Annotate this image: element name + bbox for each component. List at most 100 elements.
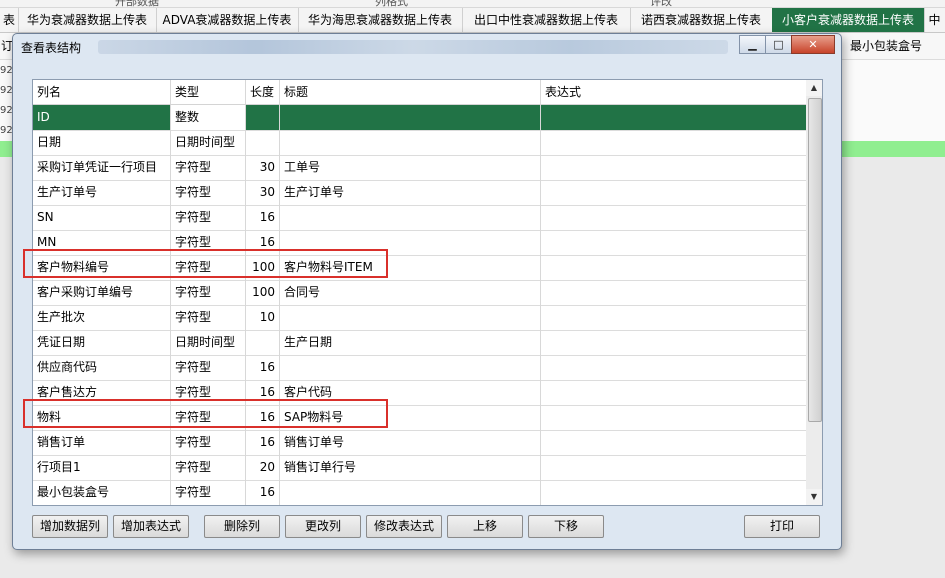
cell-length[interactable]: 100: [246, 280, 280, 305]
cell-column-name[interactable]: 供应商代码: [33, 355, 171, 380]
cell-type[interactable]: 字符型: [171, 455, 246, 480]
move-down-button[interactable]: 下移: [528, 515, 604, 538]
cell-column-name[interactable]: 采购订单凭证一行项目: [33, 155, 171, 180]
cell-caption[interactable]: 工单号: [280, 155, 541, 180]
tab-nokia-attenuator[interactable]: 诺西衰减器数据上传表: [630, 8, 773, 32]
cell-type[interactable]: [171, 505, 246, 506]
worksheet-header-min-box[interactable]: 最小包装盒号: [850, 33, 922, 59]
cell-type[interactable]: 字符型: [171, 480, 246, 505]
cell-column-name[interactable]: 客户采购订单编号: [33, 280, 171, 305]
cell-expression[interactable]: [541, 355, 807, 380]
vertical-scrollbar[interactable]: ▲ ▼: [806, 79, 823, 506]
cell-type[interactable]: 字符型: [171, 430, 246, 455]
cell-expression[interactable]: [541, 230, 807, 255]
table-row[interactable]: 生产批次 字符型 10: [33, 305, 807, 331]
cell-caption[interactable]: [280, 205, 541, 230]
cell-length[interactable]: 16: [246, 205, 280, 230]
cell-caption[interactable]: 生产订单号: [280, 180, 541, 205]
scrollbar-thumb[interactable]: [808, 98, 822, 422]
cell-expression[interactable]: [541, 155, 807, 180]
cell-column-name[interactable]: 销售订单: [33, 430, 171, 455]
cell-length[interactable]: 30: [246, 155, 280, 180]
cell-expression[interactable]: [541, 205, 807, 230]
column-header-caption[interactable]: 标题: [280, 80, 541, 104]
cell-caption[interactable]: 生产日期: [280, 330, 541, 355]
cell-type[interactable]: 字符型: [171, 180, 246, 205]
cell-column-name[interactable]: ID: [33, 105, 171, 130]
table-row[interactable]: 客户采购订单编号 字符型 100 合同号: [33, 280, 807, 306]
tab-huawei-hisilicon-attenuator[interactable]: 华为海思衰减器数据上传表: [298, 8, 463, 32]
cell-expression[interactable]: [541, 255, 807, 280]
column-header-length[interactable]: 长度: [246, 80, 280, 104]
cell-caption[interactable]: [280, 130, 541, 155]
cell-caption[interactable]: [280, 355, 541, 380]
cell-expression[interactable]: [541, 330, 807, 355]
table-row[interactable]: 生产订单号 字符型 30 生产订单号: [33, 180, 807, 206]
minimize-button[interactable]: ▁: [739, 35, 766, 54]
cell-column-name[interactable]: 行项目1: [33, 455, 171, 480]
table-row[interactable]: [33, 505, 807, 506]
cell-length[interactable]: 10: [246, 305, 280, 330]
cell-expression[interactable]: [541, 180, 807, 205]
add-data-column-button[interactable]: 增加数据列: [32, 515, 108, 538]
maximize-button[interactable]: □: [765, 35, 792, 54]
cell-length[interactable]: 30: [246, 180, 280, 205]
cell-column-name[interactable]: 生产订单号: [33, 180, 171, 205]
cell-length[interactable]: [246, 505, 280, 506]
table-row[interactable]: 销售订单 字符型 16 销售订单号: [33, 430, 807, 456]
cell-type[interactable]: 字符型: [171, 280, 246, 305]
scroll-down-arrow-icon[interactable]: ▼: [806, 489, 822, 505]
cell-type[interactable]: 字符型: [171, 355, 246, 380]
tab-small-customer-attenuator[interactable]: 小客户衰减器数据上传表: [772, 8, 925, 32]
table-row[interactable]: 行项目1 字符型 20 销售订单行号: [33, 455, 807, 481]
tab-export-neutral-attenuator[interactable]: 出口中性衰减器数据上传表: [462, 8, 631, 32]
column-header-type[interactable]: 类型: [171, 80, 246, 104]
cell-length[interactable]: 20: [246, 455, 280, 480]
cell-expression[interactable]: [541, 380, 807, 405]
table-row[interactable]: 凭证日期 日期时间型 生产日期: [33, 330, 807, 356]
cell-type[interactable]: 字符型: [171, 205, 246, 230]
column-header-name[interactable]: 列名: [33, 80, 171, 104]
cell-column-name[interactable]: 生产批次: [33, 305, 171, 330]
cell-caption[interactable]: [280, 305, 541, 330]
cell-type[interactable]: 字符型: [171, 155, 246, 180]
add-expression-button[interactable]: 增加表达式: [113, 515, 189, 538]
cell-expression[interactable]: [541, 130, 807, 155]
structure-grid[interactable]: 列名 类型 长度 标题 表达式 ID 整数 日期 日期时间型 采购订单凭证一行项目 字符型…: [32, 79, 808, 506]
column-header-expression[interactable]: 表达式: [541, 80, 807, 104]
cell-type[interactable]: 日期时间型: [171, 330, 246, 355]
cell-expression[interactable]: [541, 105, 807, 130]
cell-column-name[interactable]: [33, 505, 171, 506]
cell-caption[interactable]: 销售订单行号: [280, 455, 541, 480]
modify-expression-button[interactable]: 修改表达式: [366, 515, 442, 538]
cell-caption[interactable]: [280, 105, 541, 130]
cell-length[interactable]: 16: [246, 430, 280, 455]
cell-type[interactable]: 字符型: [171, 305, 246, 330]
table-row-selected[interactable]: ID 整数: [33, 105, 807, 131]
table-row[interactable]: SN 字符型 16: [33, 205, 807, 231]
cell-column-name[interactable]: 日期: [33, 130, 171, 155]
print-button[interactable]: 打印: [744, 515, 820, 538]
table-row[interactable]: 日期 日期时间型: [33, 130, 807, 156]
table-row[interactable]: 采购订单凭证一行项目 字符型 30 工单号: [33, 155, 807, 181]
tab-sheet-0[interactable]: 表: [0, 8, 19, 32]
table-row[interactable]: 最小包装盒号 字符型 16: [33, 480, 807, 505]
cell-expression[interactable]: [541, 305, 807, 330]
cell-caption[interactable]: 合同号: [280, 280, 541, 305]
delete-column-button[interactable]: 删除列: [204, 515, 280, 538]
cell-length[interactable]: [246, 105, 280, 130]
cell-length[interactable]: 16: [246, 355, 280, 380]
cell-type[interactable]: 整数: [171, 105, 246, 130]
close-button[interactable]: ✕: [791, 35, 835, 54]
cell-length[interactable]: [246, 130, 280, 155]
cell-caption[interactable]: [280, 505, 541, 506]
cell-length[interactable]: 16: [246, 480, 280, 505]
cell-expression[interactable]: [541, 505, 807, 506]
cell-expression[interactable]: [541, 280, 807, 305]
modify-column-button[interactable]: 更改列: [285, 515, 361, 538]
tab-adva-attenuator[interactable]: ADVA衰减器数据上传表: [156, 8, 299, 32]
move-up-button[interactable]: 上移: [447, 515, 523, 538]
tab-sheet-more[interactable]: 中: [924, 8, 945, 32]
cell-column-name[interactable]: SN: [33, 205, 171, 230]
cell-expression[interactable]: [541, 430, 807, 455]
